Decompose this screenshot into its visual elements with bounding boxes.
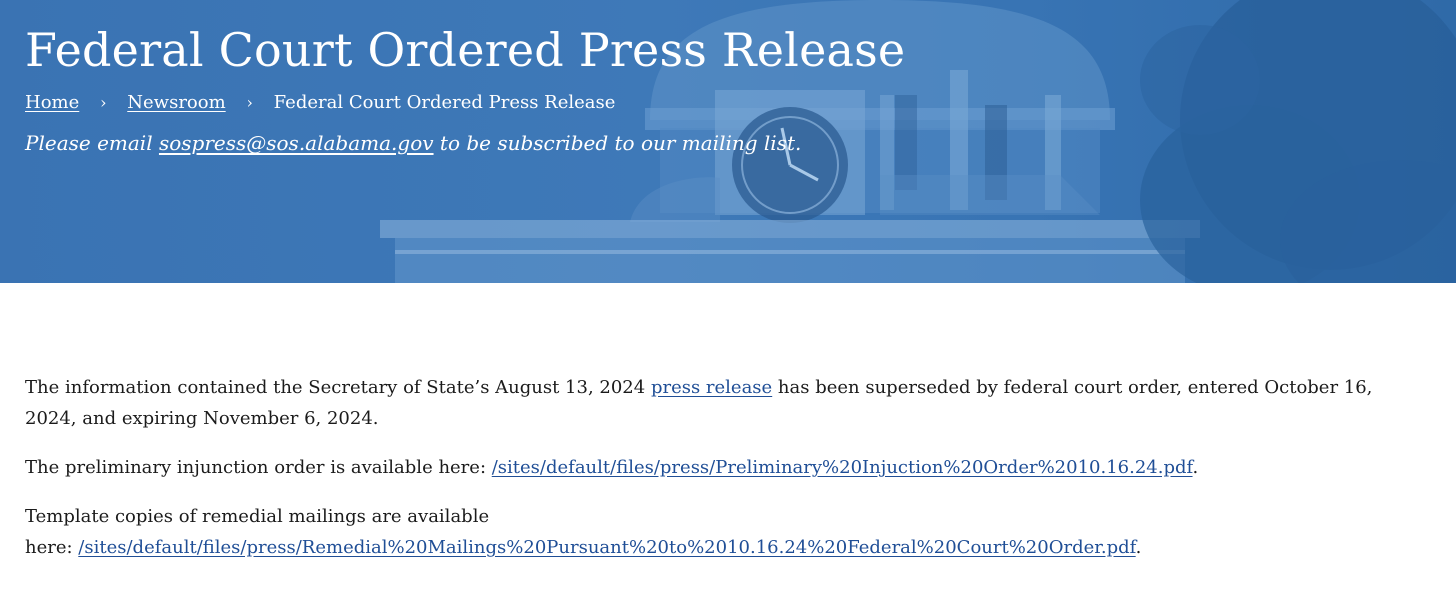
injunction-text: The preliminary injunction order is avai… bbox=[25, 457, 492, 478]
chevron-right-icon: › bbox=[100, 93, 107, 112]
injunction-paragraph: The preliminary injunction order is avai… bbox=[25, 452, 1425, 483]
breadcrumb: Home › Newsroom › Federal Court Ordered … bbox=[25, 92, 1436, 113]
remedial-text-here: here: bbox=[25, 537, 79, 558]
breadcrumb-current: Federal Court Ordered Press Release bbox=[273, 92, 616, 113]
breadcrumb-home-link[interactable]: Home bbox=[25, 92, 79, 113]
injunction-period: . bbox=[1192, 457, 1199, 478]
press-release-link[interactable]: press release bbox=[651, 377, 772, 398]
supersede-paragraph: The information contained the Secretary … bbox=[25, 372, 1425, 434]
hero-banner: Federal Court Ordered Press Release Home… bbox=[0, 0, 1456, 283]
injunction-order-pdf-link[interactable]: /sites/default/files/press/Preliminary%2… bbox=[492, 457, 1193, 478]
hero-content: Federal Court Ordered Press Release Home… bbox=[25, 22, 1436, 155]
remedial-mailings-pdf-link[interactable]: /sites/default/files/press/Remedial%20Ma… bbox=[78, 537, 1135, 558]
remedial-text-line1: Template copies of remedial mailings are… bbox=[25, 506, 490, 527]
mailing-list-note: Please email sospress@sos.alabama.gov to… bbox=[25, 131, 1436, 155]
page-title: Federal Court Ordered Press Release bbox=[25, 23, 906, 77]
chevron-right-icon: › bbox=[246, 93, 253, 112]
mailing-prefix: Please email bbox=[25, 131, 159, 155]
mailing-suffix: to be subscribed to our mailing list. bbox=[433, 131, 802, 155]
breadcrumb-newsroom-link[interactable]: Newsroom bbox=[127, 92, 225, 113]
supersede-text-start: The information contained the Secretary … bbox=[25, 377, 651, 398]
article-body: The information contained the Secretary … bbox=[25, 372, 1425, 581]
press-email-link[interactable]: sospress@sos.alabama.gov bbox=[159, 131, 434, 155]
remedial-mailings-paragraph: Template copies of remedial mailings are… bbox=[25, 501, 1425, 563]
remedial-period: . bbox=[1135, 537, 1142, 558]
